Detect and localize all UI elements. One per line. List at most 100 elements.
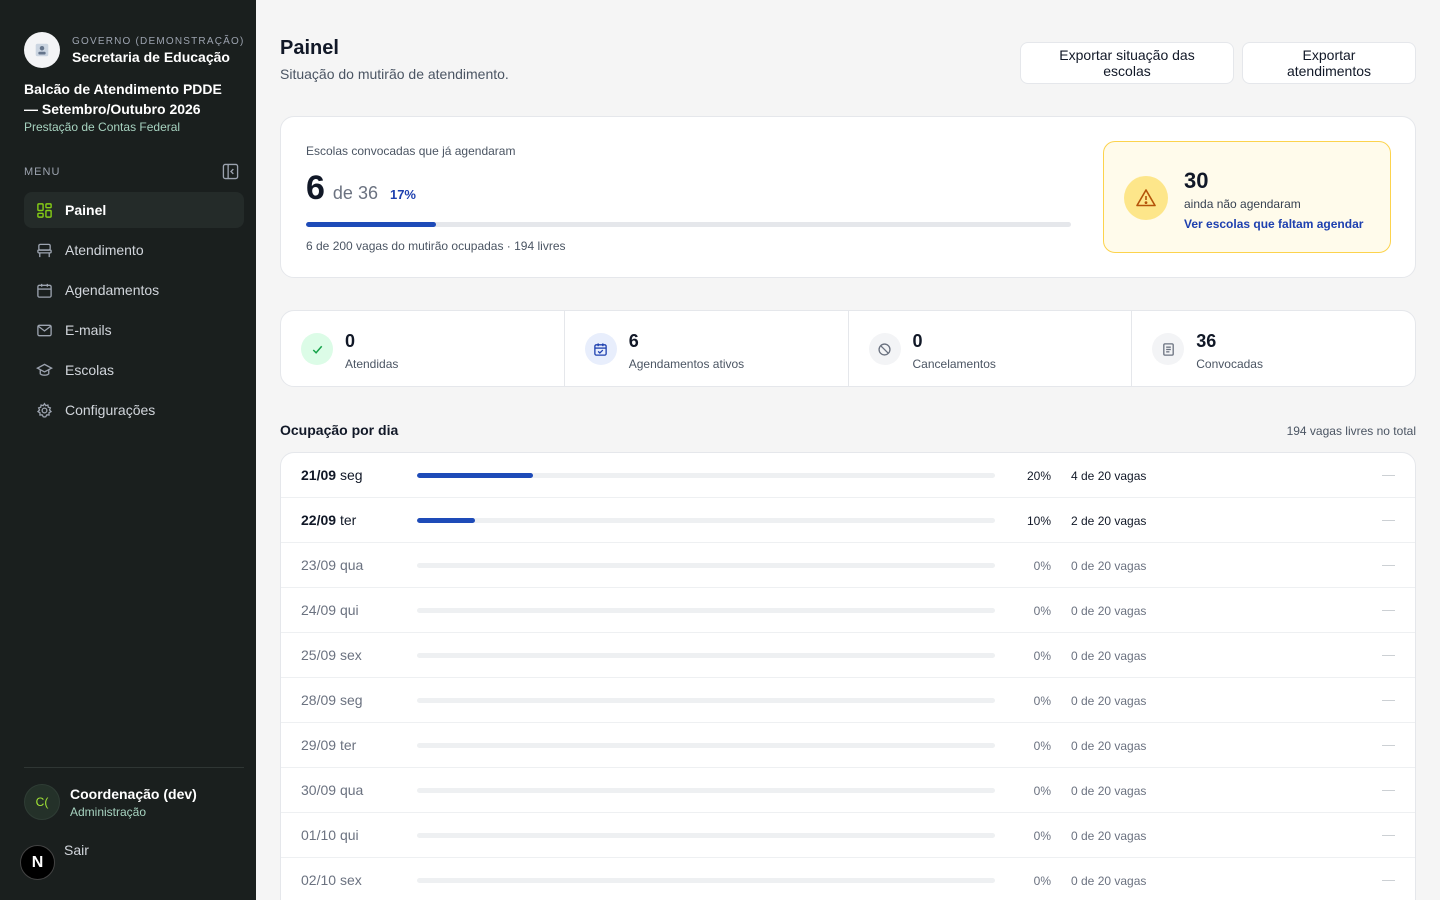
day-percent: 0% (1033, 739, 1051, 753)
day-occupancy-bar (417, 698, 995, 703)
stat-convocadas: 36 Convocadas (1132, 311, 1415, 386)
day-occupancy-bar (417, 833, 995, 838)
day-extra: — (1382, 692, 1395, 707)
progress-percent: 17% (389, 187, 416, 202)
day-percent: 0% (1033, 649, 1051, 663)
brand: GOVERNO (DEMONSTRAÇÃO) Secretaria de Edu… (24, 32, 245, 68)
day-row: 28/09 seg 0% 0 de 20 vagas — (281, 678, 1415, 723)
day-percent: 0% (1033, 559, 1051, 573)
day-occupancy-bar (417, 788, 995, 793)
sidebar-item-escolas[interactable]: Escolas (24, 352, 244, 388)
check-icon (301, 333, 333, 365)
user-name: Coordenação (dev) (70, 785, 197, 802)
sidebar-item-label: Escolas (65, 362, 115, 378)
sidebar-item-label: Agendamentos (65, 282, 160, 298)
pending-count: 30 (1184, 168, 1209, 193)
day-date: 02/10 sex (301, 872, 362, 888)
day-extra: — (1382, 602, 1395, 617)
occupancy-by-day-list: 21/09 seg 20% 4 de 20 vagas — 22/09 ter … (280, 452, 1416, 900)
sidebar-item-configuracoes[interactable]: Configurações (24, 392, 244, 428)
day-occupancy-bar (417, 878, 995, 883)
scheduling-progress-card: Escolas convocadas que já agendaram 6 de… (280, 116, 1416, 278)
sidebar-nav: Painel Atendimento Agendamentos E-mails … (24, 192, 244, 432)
day-occupancy-bar (417, 653, 995, 658)
day-row: 22/09 ter 10% 2 de 20 vagas — (281, 498, 1415, 543)
mail-icon (37, 324, 52, 336)
day-occupancy-bar (417, 608, 995, 613)
day-weekday: sex (339, 647, 362, 663)
day-extra: — (1382, 872, 1395, 887)
export-attendances-button[interactable]: Exportar atendimentos (1242, 42, 1416, 84)
day-weekday: qua (339, 782, 364, 798)
stat-atendidas: 0 Atendidas (281, 311, 565, 386)
day-occupancy-bar (417, 473, 995, 478)
occupancy-total-free: 194 vagas livres no total (1286, 424, 1416, 438)
day-date-value: 22/09 (301, 512, 337, 528)
day-percent: 10% (1026, 514, 1051, 528)
sidebar-item-label: E-mails (65, 322, 112, 338)
app-subtitle: Prestação de Contas Federal (24, 120, 181, 134)
menu-label: MENU (24, 166, 61, 178)
day-vagas: 0 de 20 vagas (1071, 694, 1147, 708)
progress-bar-fill (306, 222, 437, 227)
day-vagas: 0 de 20 vagas (1071, 739, 1147, 753)
day-vagas: 0 de 20 vagas (1071, 874, 1147, 888)
secretaria-name: Secretaria de Educação (72, 48, 230, 65)
day-weekday: seg (339, 467, 363, 483)
avatar: C( (24, 784, 60, 820)
day-date: 22/09 ter (301, 512, 356, 528)
pending-text: ainda não agendaram (1184, 197, 1301, 211)
day-vagas: 0 de 20 vagas (1071, 784, 1147, 798)
day-occupancy-fill (417, 473, 533, 478)
day-percent: 20% (1026, 469, 1051, 483)
document-icon (1152, 333, 1185, 365)
day-row: 01/10 qui 0% 0 de 20 vagas — (281, 813, 1415, 858)
day-extra: — (1382, 647, 1395, 662)
day-date-value: 28/09 (301, 692, 337, 708)
day-vagas: 2 de 20 vagas (1071, 514, 1147, 528)
day-date: 24/09 qui (301, 602, 359, 618)
logout-button[interactable]: Sair (64, 842, 89, 858)
government-logo-icon (24, 32, 60, 68)
stat-label: Agendamentos ativos (628, 357, 745, 371)
day-row: 23/09 qua 0% 0 de 20 vagas — (281, 543, 1415, 588)
sidebar-item-emails[interactable]: E-mails (24, 312, 244, 348)
government-label: GOVERNO (DEMONSTRAÇÃO) (72, 35, 245, 47)
ban-icon (868, 333, 901, 365)
day-date-value: 29/09 (301, 737, 337, 753)
day-percent: 0% (1033, 694, 1051, 708)
day-date: 21/09 seg (301, 467, 363, 483)
dashboard-icon (37, 202, 52, 218)
day-extra: — (1382, 782, 1395, 797)
sidebar-item-agendamentos[interactable]: Agendamentos (24, 272, 244, 308)
day-extra: — (1382, 512, 1395, 527)
page-title: Painel (280, 37, 339, 59)
progress-footer: 6 de 200 vagas do mutirão ocupadas · 194… (306, 239, 566, 253)
day-date-value: 02/10 (301, 872, 337, 888)
day-extra: — (1382, 827, 1395, 842)
day-date-value: 24/09 (301, 602, 337, 618)
progress-summary: 6 de 36 17% (306, 169, 416, 208)
day-vagas: 0 de 20 vagas (1071, 829, 1147, 843)
day-date-value: 23/09 (301, 557, 337, 573)
export-schools-button[interactable]: Exportar situação das escolas (1020, 42, 1234, 84)
dev-tools-badge[interactable]: N (20, 845, 55, 880)
day-weekday: qui (339, 602, 359, 618)
progress-bar (306, 222, 1071, 227)
day-date-value: 01/10 (301, 827, 337, 843)
day-date: 29/09 ter (301, 737, 356, 753)
collapse-sidebar-icon[interactable] (222, 163, 239, 180)
day-weekday: ter (339, 737, 357, 753)
stat-label: Convocadas (1196, 357, 1263, 371)
progress-count: 6 (306, 169, 325, 207)
gear-icon (36, 401, 53, 418)
day-vagas: 4 de 20 vagas (1071, 469, 1147, 483)
sidebar-item-atendimento[interactable]: Atendimento (24, 232, 244, 268)
sidebar-item-painel[interactable]: Painel (24, 192, 244, 228)
stats-card: 0 Atendidas 6 Agendamentos ativos 0 Canc… (280, 310, 1416, 387)
view-pending-schools-link[interactable]: Ver escolas que faltam agendar (1184, 217, 1363, 231)
day-date: 30/09 qua (301, 782, 363, 798)
sidebar-item-label: Atendimento (65, 242, 144, 258)
user-profile[interactable]: C( Coordenação (dev) Administração (24, 784, 197, 820)
sidebar-divider (24, 767, 244, 768)
